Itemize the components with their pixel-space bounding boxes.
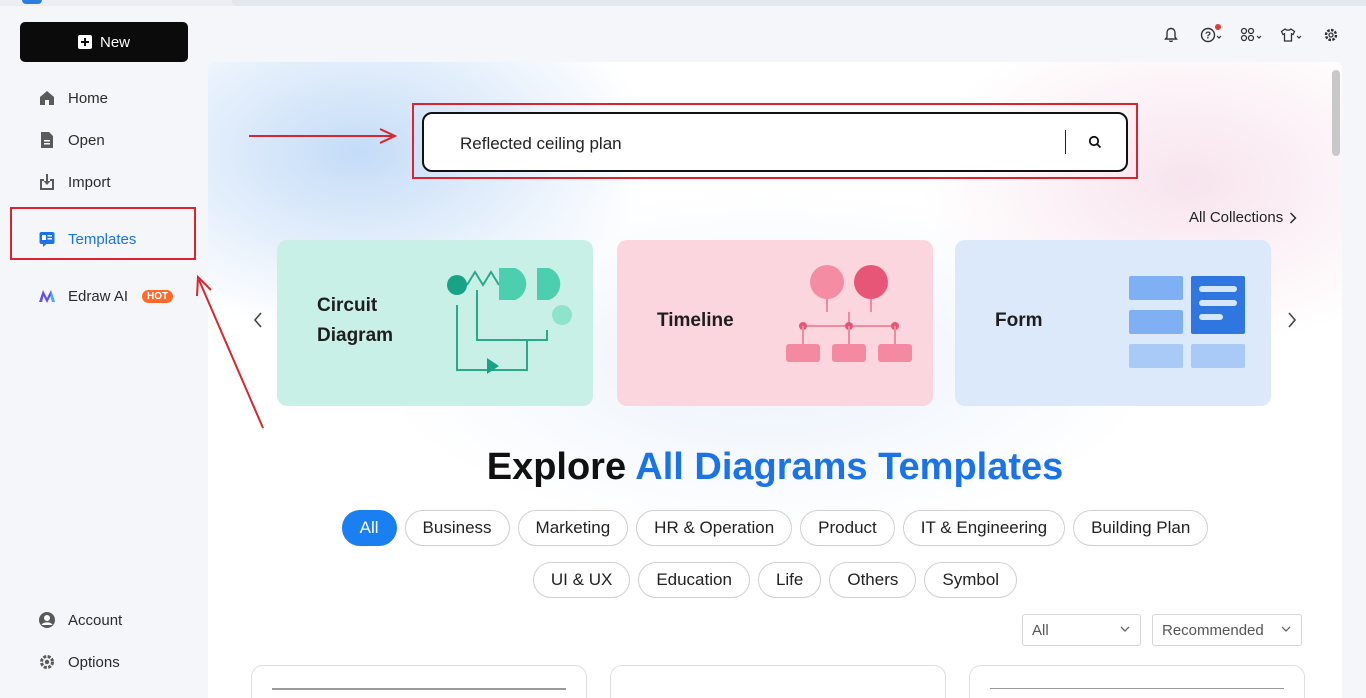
apps-grid-icon[interactable] — [1238, 24, 1264, 46]
annotation-box-templates — [10, 207, 196, 260]
new-button[interactable]: New — [20, 22, 188, 62]
plus-icon — [77, 35, 92, 49]
chip-product[interactable]: Product — [800, 510, 895, 546]
template-card[interactable] — [969, 665, 1305, 698]
svg-text:?: ? — [1205, 31, 1211, 42]
card-timeline[interactable]: Timeline — [617, 240, 933, 406]
chip-all[interactable]: All — [341, 510, 397, 546]
chip-ui-ux[interactable]: UI & UX — [532, 562, 631, 598]
template-thumbnail — [272, 688, 566, 698]
sidebar-item-open[interactable]: Open — [38, 128, 105, 152]
sort-value: Recommended — [1162, 621, 1264, 639]
main-panel: Reflected ceiling plan All Collections C… — [208, 62, 1342, 698]
chip-marketing[interactable]: Marketing — [517, 510, 629, 546]
sidebar-item-label: Edraw AI — [68, 287, 129, 305]
sidebar-item-account[interactable]: Account — [38, 608, 122, 632]
chevron-right-icon — [1288, 312, 1297, 328]
chip-education[interactable]: Education — [638, 562, 750, 598]
card-title: Form — [995, 310, 1043, 331]
search-separator — [1065, 130, 1066, 154]
sidebar-item-label: Options — [68, 653, 120, 671]
chevron-down-icon — [1281, 626, 1291, 632]
sidebar-item-label: Import — [68, 173, 111, 191]
chevron-left-icon — [253, 312, 262, 328]
chip-symbol[interactable]: Symbol — [924, 562, 1018, 598]
gear-icon — [38, 653, 56, 671]
search-icon[interactable] — [1084, 131, 1106, 153]
sidebar-item-edraw-ai[interactable]: Edraw AI HOT — [38, 284, 174, 308]
carousel-prev-button[interactable] — [248, 310, 268, 330]
card-form[interactable]: Form — [955, 240, 1271, 406]
chip-life[interactable]: Life — [757, 562, 822, 598]
sidebar: New Home Open Import Templates Edraw AI … — [0, 6, 208, 698]
explore-heading: Explore All Diagrams Templates — [208, 446, 1342, 489]
import-icon — [38, 173, 56, 191]
edraw-ai-icon — [38, 287, 56, 305]
help-icon[interactable]: ? — [1198, 24, 1224, 46]
card-title-line: Circuit — [317, 295, 378, 316]
scrollbar[interactable] — [1332, 70, 1340, 156]
shirt-theme-icon[interactable] — [1278, 24, 1304, 46]
card-circuit-diagram[interactable]: Circuit Diagram — [277, 240, 593, 406]
chip-it-engineering[interactable]: IT & Engineering — [902, 510, 1066, 546]
chevron-down-icon — [1120, 626, 1130, 632]
card-title: Circuit Diagram — [317, 291, 393, 351]
category-chips-row-1: All Business Marketing HR & Operation Pr… — [208, 510, 1342, 546]
explore-heading-prefix: Explore — [486, 446, 627, 488]
template-card[interactable] — [251, 665, 587, 698]
category-chips-row-2: UI & UX Education Life Others Symbol — [208, 562, 1342, 598]
title-tab — [232, 0, 1366, 6]
search-input[interactable]: Reflected ceiling plan — [460, 134, 622, 154]
type-filter-select[interactable]: All — [1022, 614, 1141, 646]
search-box[interactable]: Reflected ceiling plan — [422, 112, 1128, 172]
notification-bell-icon[interactable] — [1158, 24, 1184, 46]
sidebar-item-label: Open — [68, 131, 105, 149]
type-filter-value: All — [1032, 621, 1049, 639]
form-illustration-icon — [1129, 276, 1245, 368]
sidebar-item-options[interactable]: Options — [38, 650, 120, 674]
top-toolbar: ? — [1158, 24, 1344, 46]
explore-heading-highlight: All Diagrams Templates — [635, 446, 1064, 488]
template-thumbnail — [990, 688, 1284, 698]
hot-badge: HOT — [142, 289, 174, 303]
chevron-right-icon — [1290, 212, 1297, 223]
sidebar-item-label: Home — [68, 89, 109, 107]
settings-gear-icon[interactable] — [1318, 24, 1344, 46]
card-title-line: Diagram — [317, 325, 394, 346]
timeline-illustration-icon — [786, 265, 912, 362]
chip-hr-operation[interactable]: HR & Operation — [636, 510, 793, 546]
all-collections-label: All Collections — [1189, 209, 1284, 226]
sidebar-item-import[interactable]: Import — [38, 170, 111, 194]
chip-others[interactable]: Others — [829, 562, 917, 598]
file-icon — [38, 131, 56, 149]
home-icon — [38, 89, 56, 107]
sidebar-item-home[interactable]: Home — [38, 86, 108, 110]
app-logo-icon — [22, 0, 42, 4]
account-icon — [38, 611, 56, 629]
help-alert-dot — [1215, 24, 1221, 30]
all-collections-link[interactable]: All Collections — [1189, 209, 1297, 226]
chip-business[interactable]: Business — [404, 510, 510, 546]
card-title: Timeline — [657, 310, 734, 331]
sort-select[interactable]: Recommended — [1152, 614, 1302, 646]
sidebar-item-label: Account — [68, 611, 123, 629]
circuit-illustration-icon — [447, 268, 572, 374]
template-card[interactable] — [610, 665, 946, 698]
new-button-label: New — [99, 33, 130, 51]
carousel-next-button[interactable] — [1282, 310, 1302, 330]
chip-building-plan[interactable]: Building Plan — [1073, 510, 1209, 546]
